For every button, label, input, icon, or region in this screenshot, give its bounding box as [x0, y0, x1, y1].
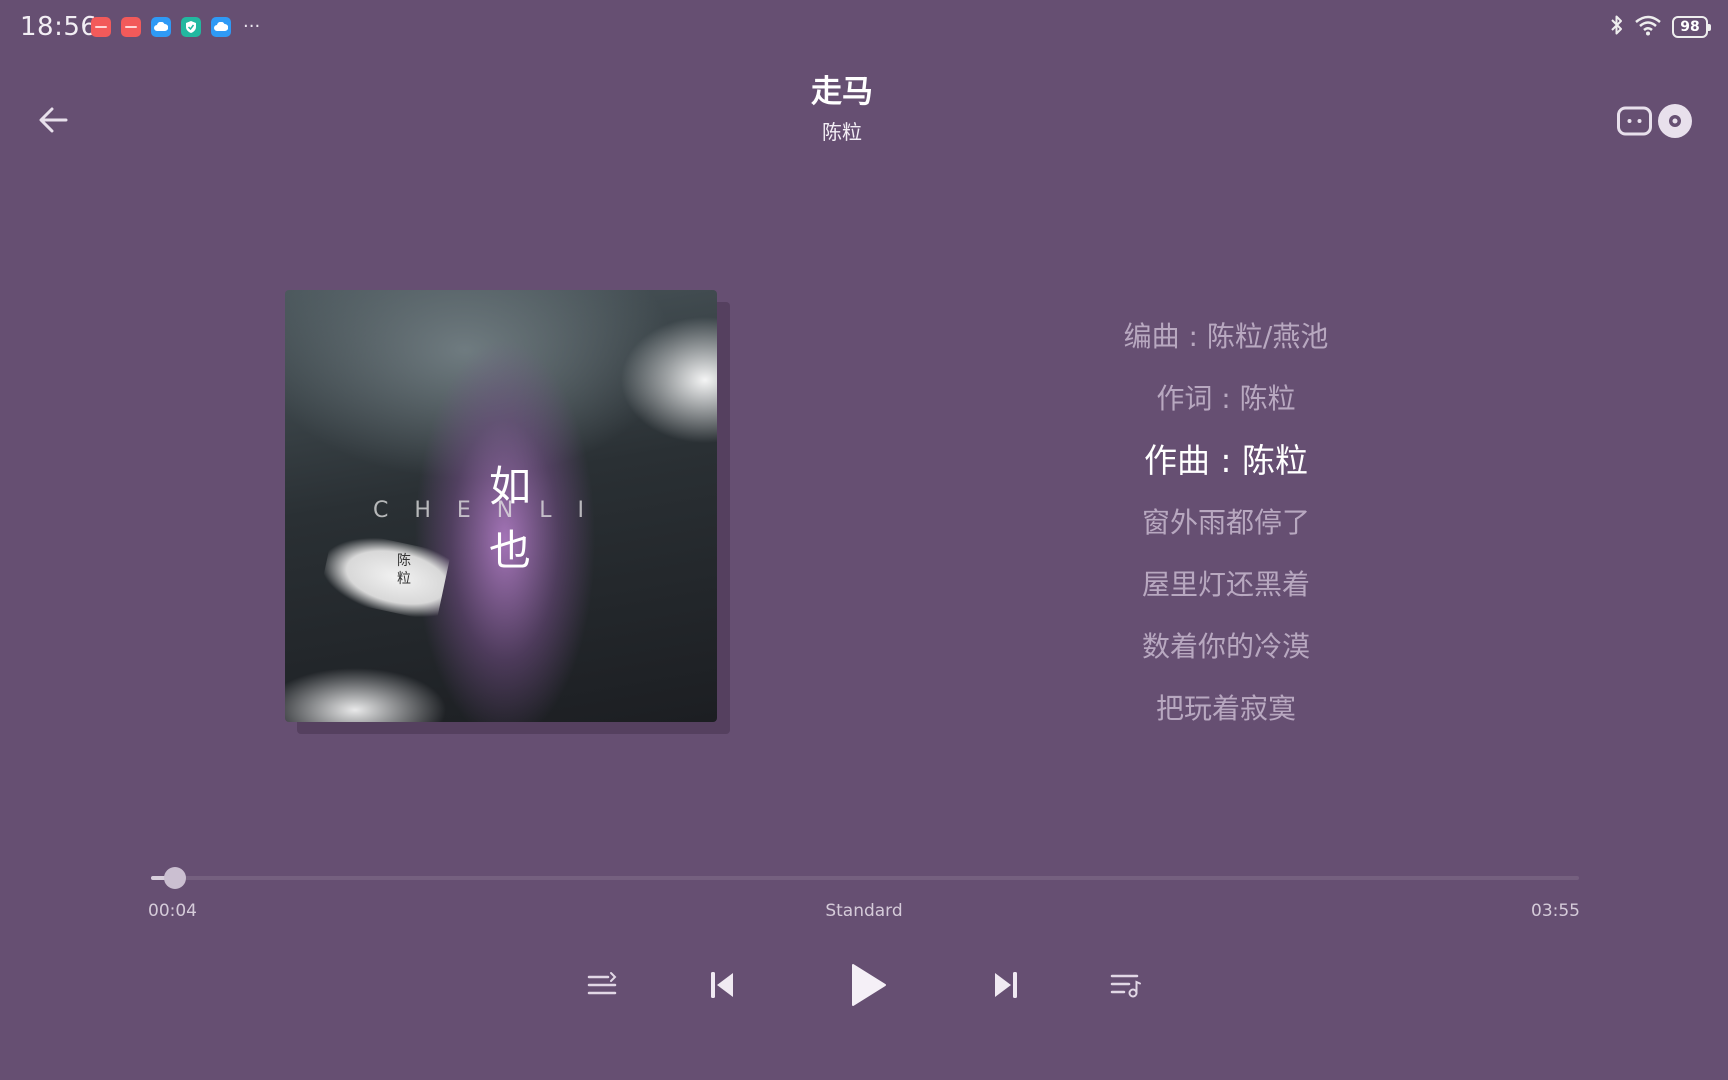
bluetooth-icon [1610, 14, 1624, 40]
cloud-icon [151, 17, 171, 37]
play-order-button[interactable] [577, 960, 627, 1010]
playlist-button[interactable] [1101, 960, 1151, 1010]
status-time: 18:56 [20, 12, 98, 42]
header-actions [1616, 102, 1694, 144]
cloud-icon [211, 17, 231, 37]
total-time: 03:55 [1531, 901, 1580, 921]
album-cover: CHENLI 如 也 陈粒 [285, 290, 717, 722]
song-artist[interactable]: 陈粒 [0, 116, 1684, 145]
progress-thumb[interactable] [164, 867, 186, 889]
lyrics-panel[interactable]: 编曲 : 陈粒/燕池 作词 : 陈粒 作曲 : 陈粒 窗外雨都停了 屋里灯还黑着 数着你的… [986, 306, 1466, 740]
status-bar: 18:56 ··· 98 [0, 0, 1728, 56]
lyric-line[interactable]: 屋里灯还黑着 [986, 554, 1466, 616]
play-icon [852, 964, 886, 1006]
app-notification-icon [121, 17, 141, 37]
lyric-line[interactable]: 窗外雨都停了 [986, 492, 1466, 554]
lyric-line[interactable]: 数着你的冷漠 [986, 616, 1466, 678]
wifi-icon [1634, 14, 1662, 40]
app-notification-icon [91, 17, 111, 37]
album-cover-glyph: 如 也 [475, 455, 545, 583]
shield-icon [181, 17, 201, 37]
play-button[interactable] [839, 957, 895, 1013]
battery-indicator: 98 [1672, 16, 1711, 38]
lyric-line[interactable]: 编曲 : 陈粒/燕池 [986, 306, 1466, 368]
skip-previous-icon [711, 972, 733, 998]
lyric-line[interactable]: 把玩着寂寞 [986, 678, 1466, 740]
lyric-line[interactable]: 作词 : 陈粒 [986, 368, 1466, 430]
album-glyph-bottom: 也 [488, 526, 531, 575]
progress-bar[interactable] [151, 867, 1579, 889]
next-button[interactable] [981, 960, 1031, 1010]
notification-icons: ··· [91, 17, 260, 37]
disc-icon[interactable] [1656, 102, 1694, 144]
play-order-icon [587, 972, 617, 995]
album-glyph-top: 如 [488, 462, 531, 511]
album-seal: 陈粒 [397, 553, 411, 587]
lyric-line-current[interactable]: 作曲 : 陈粒 [986, 430, 1466, 492]
more-notifications-icon: ··· [243, 16, 261, 37]
audio-quality-label[interactable]: Standard [0, 901, 1728, 921]
skip-next-icon [995, 972, 1017, 998]
song-title: 走马 [811, 74, 873, 110]
playlist-icon [1110, 974, 1141, 998]
album-brush-stroke [319, 528, 451, 622]
status-right: 98 [1610, 14, 1711, 40]
comment-icon[interactable] [1616, 104, 1654, 142]
previous-button[interactable] [697, 960, 747, 1010]
playback-controls [0, 960, 1728, 1010]
